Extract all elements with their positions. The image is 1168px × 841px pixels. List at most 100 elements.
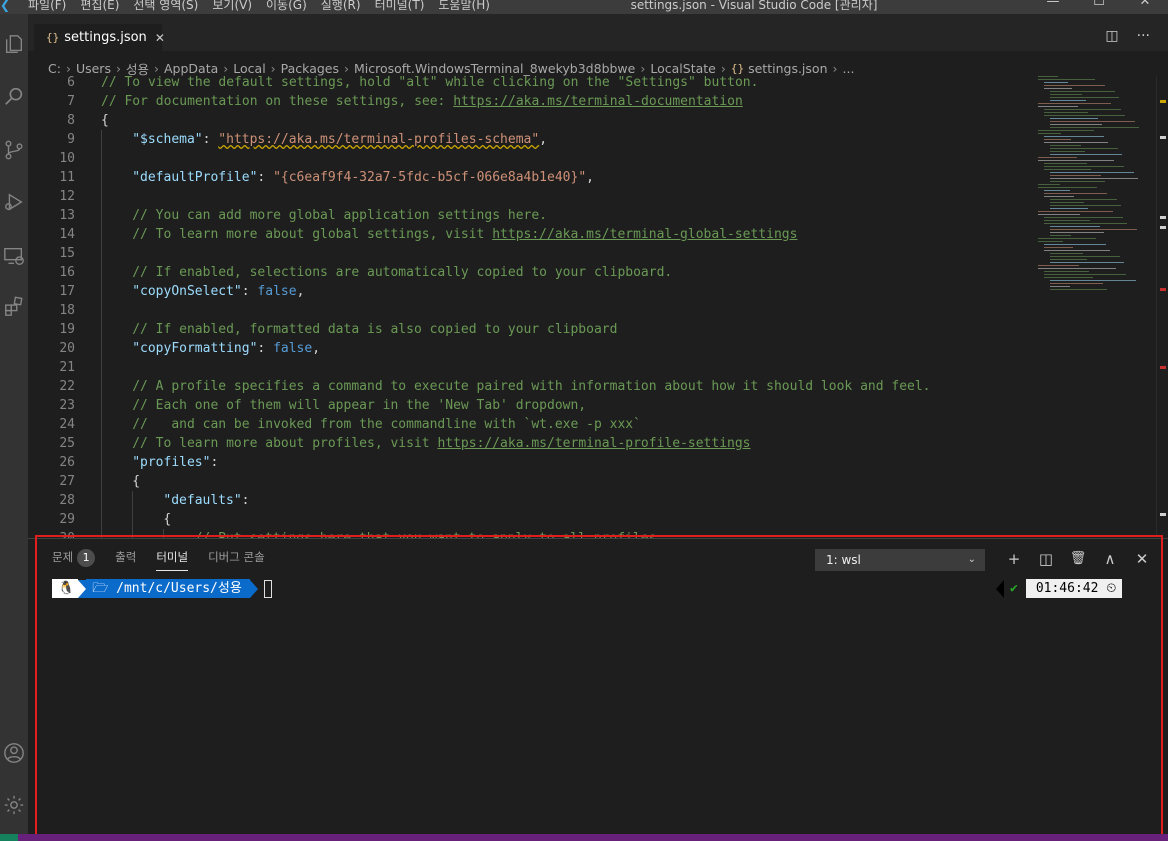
chevron-right-icon: › bbox=[832, 60, 838, 76]
close-window-button[interactable]: ✕ bbox=[1122, 0, 1168, 9]
code-line[interactable]: 19 // If enabled, formatted data is also … bbox=[28, 320, 1033, 339]
code-line[interactable]: 18 bbox=[28, 301, 1033, 320]
minimap-line bbox=[1038, 214, 1080, 215]
extensions-icon[interactable] bbox=[0, 292, 28, 320]
code-token: "defaultProfile" bbox=[132, 170, 258, 185]
line-number: 20 bbox=[59, 341, 75, 356]
code-link[interactable]: https://aka.ms/terminal-profile-settings bbox=[437, 436, 750, 451]
code-line[interactable]: 9 "$schema": "https://aka.ms/terminal-pro… bbox=[28, 130, 1033, 149]
scrollbar-warning-marker bbox=[1160, 100, 1166, 103]
minimap-line bbox=[1050, 172, 1134, 173]
breadcrumb-item[interactable]: Packages bbox=[281, 61, 339, 76]
minimap-line bbox=[1044, 88, 1072, 89]
code-line[interactable]: 6 // To view the default settings, hold "… bbox=[28, 76, 1033, 92]
minimap[interactable] bbox=[1036, 76, 1156, 306]
breadcrumb-item[interactable]: Users bbox=[76, 61, 111, 76]
maximize-button[interactable]: ☐ bbox=[1076, 0, 1122, 9]
minimap-line bbox=[1050, 118, 1098, 119]
breadcrumb-item[interactable]: Microsoft.WindowsTerminal_8wekyb3d8bbwe bbox=[354, 61, 635, 76]
line-number: 8 bbox=[67, 113, 75, 128]
indent-guide bbox=[101, 263, 102, 282]
code-token: // A profile specifies a command to exec… bbox=[132, 379, 931, 394]
highlight-box bbox=[35, 535, 1163, 838]
breadcrumb-item[interactable]: Local bbox=[233, 61, 265, 76]
minimap-line bbox=[1044, 163, 1087, 164]
breadcrumb-file[interactable]: settings.json bbox=[748, 61, 827, 76]
line-number: 13 bbox=[59, 208, 75, 223]
code-token: { bbox=[132, 474, 141, 489]
status-bar bbox=[0, 834, 1168, 841]
code-token: // To view the default settings, hold "a… bbox=[101, 76, 759, 90]
minimap-line bbox=[1050, 208, 1088, 209]
explorer-icon[interactable] bbox=[0, 30, 28, 58]
code-line[interactable]: 7 // For documentation on these settings,… bbox=[28, 92, 1033, 111]
code-line[interactable]: 29 { bbox=[28, 510, 1033, 529]
line-number: 25 bbox=[59, 436, 75, 451]
code-line[interactable]: 15 bbox=[28, 244, 1033, 263]
code-text: // To learn more about profiles, visit h… bbox=[132, 434, 750, 453]
breadcrumb-item[interactable]: AppData bbox=[164, 61, 218, 76]
breadcrumb-more[interactable]: ... bbox=[843, 61, 855, 76]
code-line[interactable]: 14 // To learn more about global settings… bbox=[28, 225, 1033, 244]
code-line[interactable]: 12 bbox=[28, 187, 1033, 206]
minimap-line bbox=[1050, 175, 1101, 176]
remote-explorer-icon[interactable] bbox=[0, 242, 28, 270]
breadcrumb-item[interactable]: C: bbox=[48, 61, 61, 76]
breadcrumb-item[interactable]: 성용 bbox=[126, 59, 149, 78]
split-editor-icon[interactable]: ◫ bbox=[1105, 28, 1118, 44]
tab-settings-json[interactable]: {} settings.json ✕ bbox=[34, 24, 165, 51]
tab-label: settings.json bbox=[64, 30, 147, 45]
code-line[interactable]: 27 { bbox=[28, 472, 1033, 491]
code-line[interactable]: 20 "copyFormatting": false, bbox=[28, 339, 1033, 358]
code-text: { bbox=[132, 472, 140, 491]
chevron-right-icon: › bbox=[153, 60, 159, 76]
code-token: // Each one of them will appear in the '… bbox=[132, 398, 587, 413]
code-link[interactable]: https://aka.ms/terminal-global-settings bbox=[492, 227, 797, 242]
code-line[interactable]: 22 // A profile specifies a command to ex… bbox=[28, 377, 1033, 396]
code-line[interactable]: 13 // You can add more global application… bbox=[28, 206, 1033, 225]
title-bar: ❮ 파일(F) 편집(E) 선택 영역(S) 보기(V) 이동(G) 실행(R)… bbox=[0, 0, 1168, 14]
minimap-line bbox=[1050, 259, 1087, 260]
line-number: 15 bbox=[59, 246, 75, 261]
search-icon[interactable] bbox=[0, 82, 28, 110]
code-line[interactable]: 8{ bbox=[28, 111, 1033, 130]
code-line[interactable]: 21 bbox=[28, 358, 1033, 377]
editor-scrollbar[interactable] bbox=[1156, 76, 1168, 536]
code-token: // If enabled, selections are automatica… bbox=[132, 265, 673, 280]
code-line[interactable]: 24 // and can be invoked from the command… bbox=[28, 415, 1033, 434]
account-icon[interactable] bbox=[0, 739, 28, 767]
minimap-line bbox=[1050, 181, 1105, 182]
code-line[interactable]: 16 // If enabled, selections are automati… bbox=[28, 263, 1033, 282]
line-number: 12 bbox=[59, 189, 75, 204]
remote-indicator[interactable] bbox=[0, 834, 18, 841]
minimap-line bbox=[1050, 226, 1100, 227]
code-editor[interactable]: 6 // To view the default settings, hold "… bbox=[28, 76, 1033, 538]
code-line[interactable]: 26 "profiles": bbox=[28, 453, 1033, 472]
code-line[interactable]: 17 "copyOnSelect": false, bbox=[28, 282, 1033, 301]
line-number: 10 bbox=[59, 151, 75, 166]
close-tab-icon[interactable]: ✕ bbox=[155, 31, 165, 45]
window-title: settings.json - Visual Studio Code [관리자] bbox=[630, 0, 878, 12]
activity-bar bbox=[0, 14, 28, 834]
code-line[interactable]: 23 // Each one of them will appear in the… bbox=[28, 396, 1033, 415]
manage-gear-icon[interactable] bbox=[0, 791, 28, 819]
code-line[interactable]: 28 "defaults": bbox=[28, 491, 1033, 510]
source-control-icon[interactable] bbox=[0, 136, 28, 164]
indent-guide bbox=[101, 187, 102, 206]
minimap-line bbox=[1044, 85, 1105, 86]
minimize-button[interactable]: — bbox=[1030, 0, 1076, 9]
more-actions-icon[interactable]: ··· bbox=[1137, 28, 1150, 44]
minimap-line bbox=[1038, 79, 1095, 80]
indent-guide bbox=[101, 282, 102, 301]
breadcrumb-item[interactable]: LocalState bbox=[650, 61, 716, 76]
code-link[interactable]: https://aka.ms/terminal-documentation bbox=[453, 94, 743, 109]
minimap-line bbox=[1050, 202, 1084, 203]
minimap-line bbox=[1038, 103, 1111, 104]
run-debug-icon[interactable] bbox=[0, 188, 28, 216]
minimap-line bbox=[1044, 196, 1074, 197]
code-line[interactable]: 10 bbox=[28, 149, 1033, 168]
indent-guide bbox=[101, 301, 102, 320]
code-line[interactable]: 11 "defaultProfile": "{c6eaf9f4-32a7-5fdc… bbox=[28, 168, 1033, 187]
code-line[interactable]: 25 // To learn more about profiles, visit… bbox=[28, 434, 1033, 453]
minimap-line bbox=[1038, 211, 1113, 212]
